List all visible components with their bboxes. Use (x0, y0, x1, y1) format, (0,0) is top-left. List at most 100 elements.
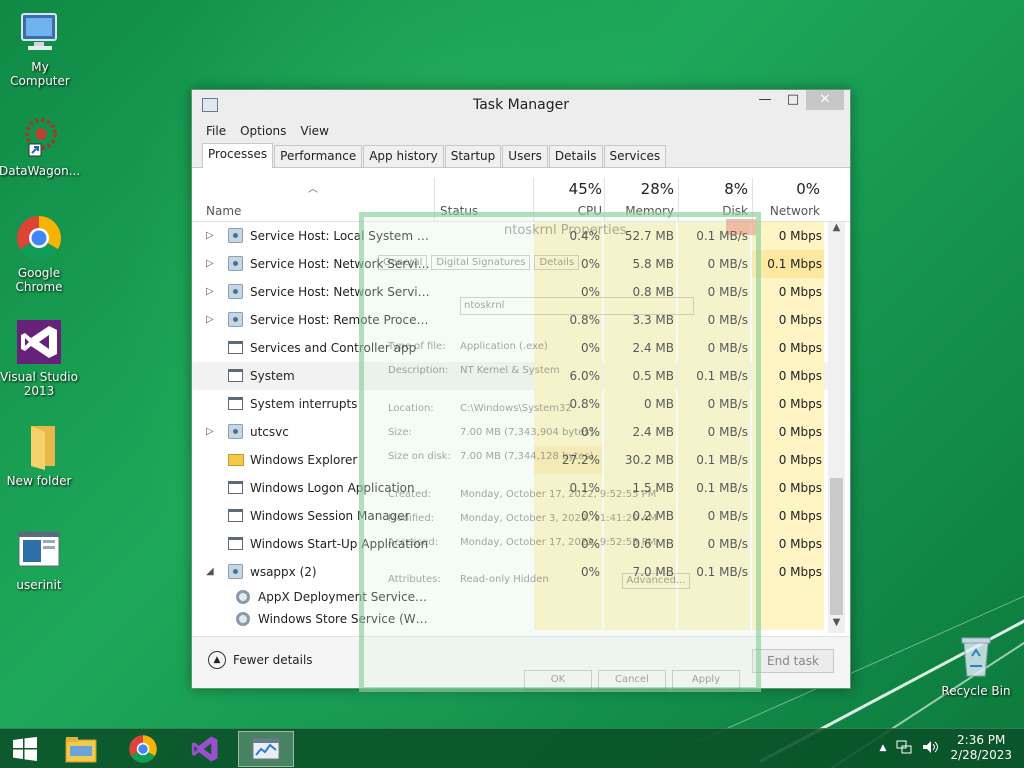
tab-details[interactable]: Details (548, 145, 603, 167)
task-manager-icon[interactable] (238, 731, 294, 767)
process-icon-cell (228, 250, 244, 278)
fewer-details-label: Fewer details (233, 653, 313, 667)
row-spacer (206, 502, 220, 530)
tab-startup[interactable]: Startup (444, 145, 502, 167)
network-value: 0 Mbps (752, 222, 824, 250)
network-value: 0 Mbps (752, 530, 824, 558)
expand-chevron-icon[interactable]: ◢ (206, 558, 220, 586)
desktop-icon-chrome[interactable]: Google Chrome (0, 214, 79, 294)
network-value (752, 586, 824, 608)
process-icon-cell (236, 586, 252, 608)
ghost-field-value: C:\Windows\System32 (460, 403, 572, 414)
ghost-properties-dialog: ntoskrnl Properties General Digital Sign… (359, 212, 761, 692)
ghost-close-icon (726, 219, 756, 235)
service-host-icon (228, 564, 243, 579)
scroll-up-icon[interactable]: ▲ (828, 222, 845, 238)
network-value: 0 Mbps (752, 446, 824, 474)
ghost-tab: General (378, 255, 428, 270)
windows-start-icon[interactable] (0, 731, 50, 767)
ghost-apply-button: Apply (672, 670, 740, 690)
desktop-icon-new-folder[interactable]: New folder (0, 422, 79, 488)
desktop-icon-recycle-bin[interactable]: Recycle Bin (936, 632, 1016, 698)
row-spacer (206, 608, 220, 630)
column-name[interactable]: Name (206, 204, 241, 218)
expand-chevron-icon[interactable]: ▷ (206, 250, 220, 278)
application-icon (228, 537, 243, 550)
expand-chevron-icon[interactable]: ▷ (206, 278, 220, 306)
tab-services[interactable]: Services (603, 145, 667, 167)
column-network[interactable]: Network (754, 204, 820, 218)
ghost-field-label: Accessed: (388, 537, 439, 548)
row-spacer (206, 362, 220, 390)
network-value: 0 Mbps (752, 418, 824, 446)
disk-percent: 8% (724, 180, 748, 198)
visual-studio-icon[interactable] (180, 731, 230, 767)
menu-file[interactable]: File (206, 124, 226, 138)
expand-chevron-icon[interactable]: ▷ (206, 222, 220, 250)
ghost-field-value: Monday, October 17, 2022, 9:52:55 PM (460, 489, 657, 500)
minimize-button[interactable]: — (750, 90, 780, 110)
process-icon-cell (228, 306, 244, 334)
taskbar: ▲ 2:36 PM 2/28/2023 (0, 728, 1024, 768)
visual-studio-icon (15, 318, 63, 366)
expand-chevron-icon[interactable]: ▷ (206, 306, 220, 334)
process-icon-cell (228, 558, 244, 586)
recycle-bin-icon (952, 632, 1000, 680)
tab-processes[interactable]: Processes (202, 143, 274, 168)
application-icon (228, 397, 243, 410)
memory-percent: 28% (640, 180, 674, 198)
ghost-cancel-button: Cancel (598, 670, 666, 690)
desktop-icon-my-computer[interactable]: My Computer (0, 8, 80, 88)
network-value: 0.1 Mbps (752, 250, 824, 278)
process-icon-cell (228, 474, 244, 502)
tab-users[interactable]: Users (502, 145, 548, 167)
tab-performance[interactable]: Performance (274, 145, 363, 167)
desktop-icon-label: Visual Studio 2013 (0, 370, 78, 398)
scroll-down-icon[interactable]: ▼ (828, 617, 845, 633)
ghost-tab: Digital Signatures (431, 255, 531, 270)
ghost-field-value: Application (.exe) (460, 341, 548, 352)
scroll-thumb[interactable] (830, 478, 843, 615)
service-host-icon (228, 228, 243, 243)
menu-bar: File Options View (192, 120, 850, 142)
ghost-tabs: General Digital Signatures Details (378, 255, 580, 270)
desktop-icon-label: New folder (6, 474, 72, 488)
ghost-field-value: 7.00 MB (7,344,128 bytes) (460, 451, 594, 462)
expand-chevron-icon[interactable]: ▷ (206, 418, 220, 446)
clock[interactable]: 2:36 PM 2/28/2023 (950, 733, 1012, 763)
show-hidden-icons-icon[interactable]: ▲ (880, 743, 887, 753)
network-value: 0 Mbps (752, 474, 824, 502)
network-value: 0 Mbps (752, 334, 824, 362)
fewer-details-button[interactable]: ▲ Fewer details (208, 651, 313, 669)
ghost-field-label: Size on disk: (388, 451, 451, 462)
process-icon-cell (228, 334, 244, 362)
chrome-icon (15, 214, 63, 262)
desktop-icon-label: Google Chrome (15, 266, 63, 294)
ghost-file-name: ntoskrnl (460, 297, 694, 315)
volume-icon[interactable] (922, 740, 940, 757)
title-bar[interactable]: Task Manager — □ ✕ (192, 90, 850, 120)
network-value: 0 Mbps (752, 558, 824, 586)
menu-view[interactable]: View (300, 124, 328, 138)
menu-options[interactable]: Options (240, 124, 286, 138)
chrome-icon[interactable] (118, 731, 168, 767)
ghost-field-value: Read-only Hidden (460, 574, 549, 585)
process-icon-cell (228, 390, 244, 418)
end-task-button[interactable]: End task (752, 649, 834, 673)
service-host-icon (228, 256, 243, 271)
ghost-field-label: Type of file: (388, 341, 446, 352)
file-explorer-icon[interactable] (56, 731, 106, 767)
sort-caret-icon: ︿ (308, 184, 318, 195)
process-icon-cell (236, 608, 252, 630)
tab-app-history[interactable]: App history (363, 145, 444, 167)
process-icon-cell (228, 278, 244, 306)
maximize-button[interactable]: □ (778, 90, 808, 110)
desktop-icon-visual-studio[interactable]: Visual Studio 2013 (0, 318, 79, 398)
vertical-scrollbar[interactable]: ▲ ▼ (828, 222, 845, 633)
desktop-icon-userinit[interactable]: userinit (0, 526, 79, 592)
application-icon (228, 341, 243, 354)
ghost-field-value: Monday, October 17, 2022, 9:52:55 PM (460, 537, 657, 548)
desktop-icon-datawagon[interactable]: DataWagon... (0, 112, 80, 178)
close-button[interactable]: ✕ (806, 90, 844, 110)
network-icon[interactable] (896, 740, 912, 757)
